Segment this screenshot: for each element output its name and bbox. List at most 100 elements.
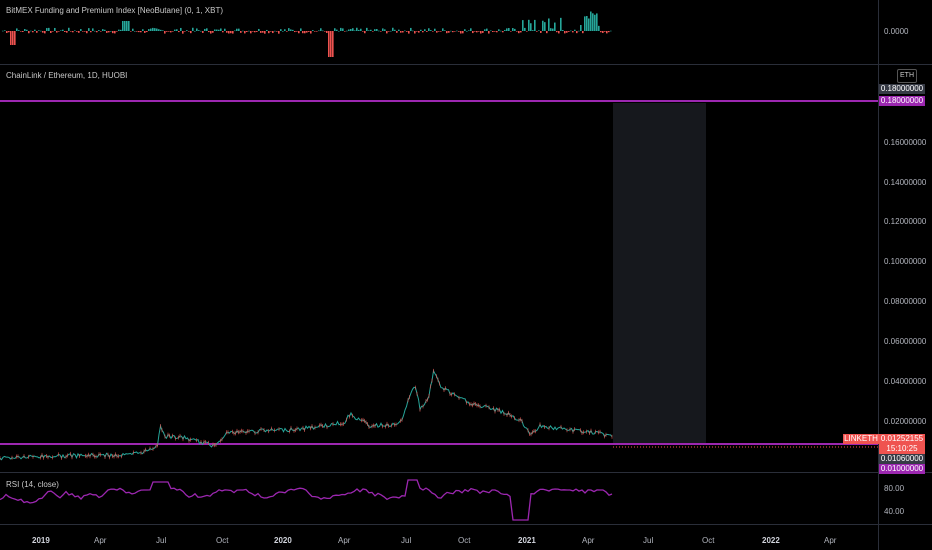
funding-bar <box>432 31 434 32</box>
funding-bar <box>474 31 476 32</box>
funding-bar <box>606 31 608 34</box>
funding-bar <box>202 31 204 33</box>
funding-bar <box>526 31 528 32</box>
funding-bar <box>356 27 358 31</box>
funding-bar <box>42 31 44 33</box>
time-label: Jul <box>401 536 412 545</box>
funding-bar <box>178 31 180 33</box>
funding-bar <box>310 31 312 34</box>
funding-bar <box>170 31 172 33</box>
funding-bar <box>20 31 22 32</box>
funding-bar <box>370 29 372 31</box>
funding-bar <box>436 31 438 33</box>
funding-bar <box>348 29 350 31</box>
funding-bar <box>40 30 42 32</box>
funding-bar <box>186 30 188 31</box>
low-line-tag-purple: 0.01000000 <box>879 464 925 474</box>
funding-bar <box>270 31 272 32</box>
funding-bar <box>288 28 290 31</box>
funding-bar <box>184 31 186 32</box>
funding-bar <box>398 29 400 31</box>
funding-bar <box>264 31 266 34</box>
funding-bar <box>390 30 392 32</box>
funding-bar <box>318 30 320 32</box>
funding-bar <box>494 31 496 32</box>
funding-bar <box>322 30 324 32</box>
funding-bar <box>14 31 16 45</box>
funding-bar <box>296 31 298 32</box>
main-legend[interactable]: ChainLink / Ethereum, 1D, HUOBI <box>6 71 127 80</box>
funding-bar <box>308 31 310 32</box>
funding-bar <box>216 29 218 31</box>
funding-bar <box>362 31 364 32</box>
funding-bar <box>476 31 478 33</box>
funding-bar <box>276 31 278 32</box>
funding-bar <box>376 29 378 31</box>
price-label: 0.10000000 <box>884 257 927 266</box>
funding-bar <box>112 31 114 34</box>
funding-bar <box>396 31 398 33</box>
funding-bar <box>350 28 352 31</box>
funding-bar <box>230 31 232 34</box>
funding-bar <box>238 28 240 31</box>
funding-bar <box>10 31 12 45</box>
funding-bar <box>608 31 610 33</box>
funding-bar <box>520 31 522 33</box>
funding-bar <box>116 31 118 32</box>
funding-bar <box>196 28 198 31</box>
funding-bar <box>6 31 8 34</box>
funding-bar <box>428 28 430 31</box>
funding-bar <box>30 30 32 32</box>
currency-button[interactable]: ETH <box>897 69 917 83</box>
funding-bar <box>550 28 552 31</box>
funding-bar <box>188 31 190 32</box>
funding-bar <box>304 31 306 34</box>
funding-bar <box>580 25 582 31</box>
funding-bar <box>134 30 136 32</box>
funding-bar <box>374 29 376 31</box>
funding-bar <box>558 31 560 34</box>
funding-bar <box>462 31 464 34</box>
funding-bar <box>506 28 508 31</box>
funding-bar <box>568 31 570 32</box>
funding-bar <box>256 31 258 32</box>
funding-bar <box>78 31 80 33</box>
funding-bar <box>72 31 74 33</box>
funding-bar <box>450 30 452 32</box>
funding-bar <box>552 28 554 31</box>
rsi-legend[interactable]: RSI (14, close) <box>6 480 59 489</box>
funding-bar <box>74 30 76 32</box>
funding-bar <box>600 31 602 33</box>
funding-bar <box>36 31 38 33</box>
time-label: Oct <box>702 536 715 545</box>
countdown-tag: 15:10:25 <box>879 444 925 454</box>
funding-bar <box>326 31 328 33</box>
funding-bar <box>2 30 4 32</box>
funding-bar <box>180 27 182 31</box>
funding-bar <box>330 31 332 57</box>
funding-bar <box>492 31 494 33</box>
funding-bar <box>106 31 108 33</box>
funding-bar <box>4 30 6 31</box>
funding-bar <box>16 28 18 31</box>
funding-bar <box>204 28 206 31</box>
funding-bar <box>46 28 48 31</box>
time-label: 2022 <box>762 536 780 545</box>
price-label: 0.16000000 <box>884 138 927 147</box>
funding-legend[interactable]: BitMEX Funding and Premium Index [NeoBut… <box>6 6 223 15</box>
funding-bar <box>434 28 436 31</box>
funding-bar <box>200 30 202 32</box>
funding-bar <box>194 30 196 32</box>
funding-bar <box>384 29 386 31</box>
chart-canvas[interactable] <box>0 0 932 550</box>
funding-bar <box>500 30 502 32</box>
funding-bar <box>498 29 500 31</box>
funding-bar <box>406 31 408 32</box>
funding-bar <box>578 30 580 32</box>
funding-bar <box>94 30 96 32</box>
funding-bar <box>244 31 246 34</box>
funding-bar <box>144 31 146 33</box>
funding-bar <box>110 30 112 32</box>
funding-bar <box>286 31 288 32</box>
funding-bar <box>416 31 418 32</box>
